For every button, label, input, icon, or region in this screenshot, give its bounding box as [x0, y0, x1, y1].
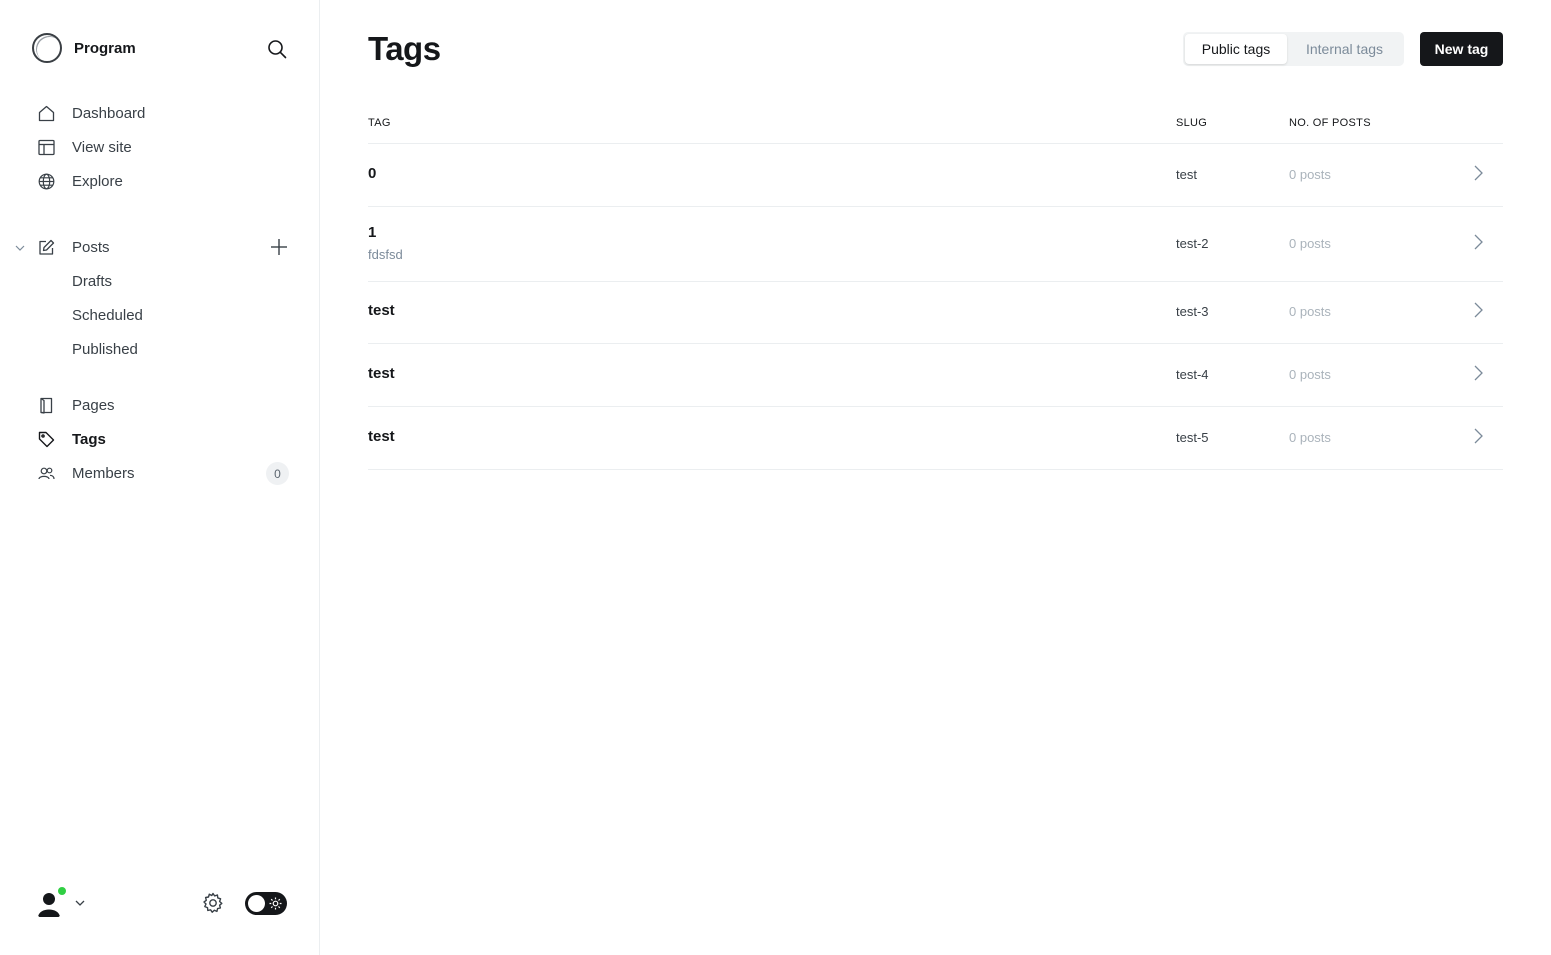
sidebar: Program Dashboard View site Explore Post…: [0, 0, 320, 955]
table-row[interactable]: test test-5 0 posts: [368, 407, 1503, 470]
sidebar-item-members[interactable]: Members 0: [0, 456, 320, 490]
posts-nav: Posts Drafts Scheduled Published: [0, 230, 320, 366]
tag-post-count: 0 posts: [1289, 236, 1331, 251]
chevron-down-icon[interactable]: [14, 242, 26, 254]
members-icon: [38, 467, 55, 480]
tag-name: test: [368, 302, 395, 319]
tag-slug: test-5: [1176, 430, 1209, 445]
table-header: TAG SLUG NO. OF POSTS: [368, 108, 1503, 144]
tag-type-switcher: Public tags Internal tags: [1183, 32, 1404, 66]
column-header-posts: NO. OF POSTS: [1289, 117, 1371, 129]
main-content: Tags Public tags Internal tags New tag T…: [320, 0, 1551, 955]
sidebar-item-pages[interactable]: Pages: [0, 388, 320, 422]
main-nav: Dashboard View site Explore: [0, 96, 320, 198]
tags-table: TAG SLUG NO. OF POSTS 0 test 0 posts 1 f…: [368, 108, 1503, 470]
brand-name: Program: [74, 39, 136, 57]
brand[interactable]: Program: [32, 32, 136, 64]
settings-button[interactable]: [201, 891, 225, 915]
tag-post-count: 0 posts: [1289, 367, 1331, 382]
tag-slug: test-3: [1176, 304, 1209, 319]
sidebar-item-label: Members: [72, 464, 135, 482]
sidebar-item-label: Dashboard: [72, 104, 146, 122]
brand-logo: [32, 33, 62, 63]
tag-name: 1: [368, 224, 377, 241]
tag-name: test: [368, 428, 395, 445]
sidebar-item-posts[interactable]: Posts: [0, 230, 320, 264]
sidebar-item-label: Published: [72, 340, 138, 358]
chevron-down-icon[interactable]: [74, 897, 86, 909]
chevron-right-icon: [1474, 428, 1483, 444]
sidebar-item-dashboard[interactable]: Dashboard: [0, 96, 320, 130]
page-title: Tags: [368, 30, 441, 67]
table-row[interactable]: 0 test 0 posts: [368, 144, 1503, 207]
tag-slug: test-2: [1176, 236, 1209, 251]
chevron-right-icon: [1474, 365, 1483, 381]
toggle-knob: [248, 895, 265, 912]
sidebar-item-view-site[interactable]: View site: [0, 130, 320, 164]
search-button[interactable]: [264, 36, 290, 62]
sidebar-item-label: Drafts: [72, 272, 113, 290]
column-header-slug: SLUG: [1176, 117, 1208, 129]
sidebar-item-published[interactable]: Published: [0, 332, 320, 366]
table-row[interactable]: test test-4 0 posts: [368, 344, 1503, 407]
plus-icon: [271, 239, 287, 255]
public-tags-tab[interactable]: Public tags: [1185, 34, 1287, 64]
sidebar-footer: [0, 884, 320, 924]
theme-toggle[interactable]: [245, 892, 287, 915]
globe-icon: [38, 173, 55, 190]
chevron-right-icon: [1474, 234, 1483, 250]
chevron-right-icon: [1474, 302, 1483, 318]
table-row[interactable]: test test-3 0 posts: [368, 282, 1503, 344]
sidebar-item-explore[interactable]: Explore: [0, 164, 320, 198]
layout-icon: [38, 139, 55, 156]
tag-name: 0: [368, 165, 377, 182]
online-status-dot: [57, 886, 67, 896]
home-icon: [38, 105, 55, 122]
sidebar-item-label: Tags: [72, 430, 106, 448]
new-tag-button[interactable]: New tag: [1420, 32, 1503, 66]
sidebar-item-label: View site: [72, 138, 132, 156]
secondary-nav: Pages Tags Members 0: [0, 388, 320, 490]
new-post-button[interactable]: [268, 236, 290, 258]
tag-slug: test-4: [1176, 367, 1209, 382]
tag-slug: test: [1176, 167, 1197, 182]
sun-icon: [269, 897, 282, 910]
gear-icon: [203, 892, 223, 913]
chevron-right-icon: [1474, 165, 1483, 181]
page-icon: [40, 397, 53, 414]
tag-post-count: 0 posts: [1289, 430, 1331, 445]
table-row[interactable]: 1 fdsfsd test-2 0 posts: [368, 207, 1503, 282]
tag-post-count: 0 posts: [1289, 304, 1331, 319]
sidebar-item-label: Explore: [72, 172, 123, 190]
tag-name: test: [368, 365, 395, 382]
tag-description: fdsfsd: [368, 247, 403, 262]
search-icon: [268, 40, 287, 59]
sidebar-item-drafts[interactable]: Drafts: [0, 264, 320, 298]
members-count-badge: 0: [266, 462, 289, 485]
sidebar-item-scheduled[interactable]: Scheduled: [0, 298, 320, 332]
sidebar-item-label: Pages: [72, 396, 115, 414]
column-header-tag: TAG: [368, 117, 391, 129]
sidebar-item-label: Scheduled: [72, 306, 143, 324]
sidebar-item-tags[interactable]: Tags: [0, 422, 320, 456]
internal-tags-tab[interactable]: Internal tags: [1287, 34, 1402, 64]
sidebar-item-label: Posts: [72, 238, 110, 256]
tag-post-count: 0 posts: [1289, 167, 1331, 182]
edit-icon: [39, 239, 55, 255]
tag-icon: [38, 431, 55, 448]
